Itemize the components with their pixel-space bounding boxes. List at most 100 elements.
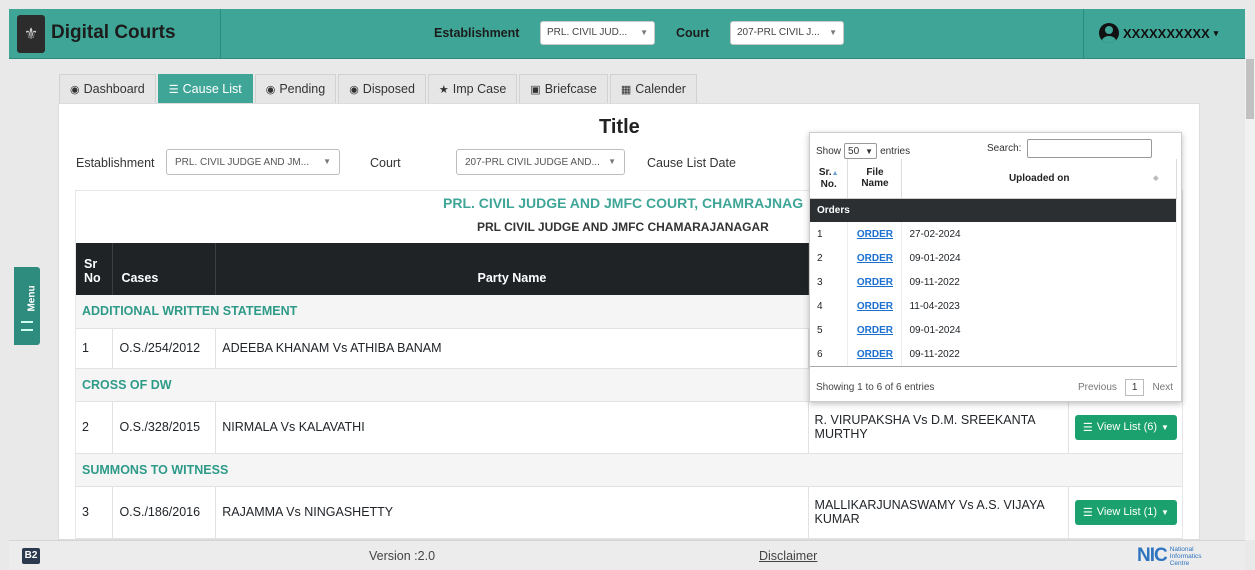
- popup-controls: Show 50 ▼ entries Search:: [816, 139, 1173, 161]
- user-menu[interactable]: XXXXXXXXXX ▾: [1099, 23, 1218, 43]
- disclaimer-link[interactable]: Disclaimer: [759, 549, 817, 563]
- tab-label: Dashboard: [83, 82, 145, 96]
- court-value: 207-PRL CIVIL JUDGE AND...: [465, 157, 600, 168]
- tab-label: Imp Case: [452, 82, 507, 96]
- cell-party: NIRMALA Vs KALAVATHI: [215, 401, 809, 454]
- side-menu-toggle[interactable]: Menu: [14, 267, 40, 345]
- col-sr-label: Sr: [84, 257, 98, 271]
- orders-group-title: Orders: [810, 198, 1177, 222]
- cell-sr: 5: [810, 318, 849, 342]
- menu-label: Menu: [26, 285, 38, 312]
- tab-pending[interactable]: ◉ Pending: [254, 74, 337, 103]
- tab-label: Disposed: [362, 82, 415, 96]
- cell-extra: R. VIRUPAKSHA Vs D.M. SREEKANTA MURTHY: [808, 401, 1069, 454]
- user-name: XXXXXXXXXX: [1123, 25, 1210, 41]
- col-sr-sortable[interactable]: Sr.▲ No.: [810, 159, 849, 199]
- view-list-button[interactable]: ☰ View List (1) ▼: [1074, 499, 1177, 525]
- header-establishment-value: PRL. CIVIL JUD...: [547, 27, 628, 38]
- cell-sr: 2: [810, 246, 849, 270]
- col-no-label: No: [84, 271, 101, 285]
- briefcase-icon: ▣: [530, 83, 541, 96]
- col-party-name: Party Name: [215, 243, 809, 295]
- scrollbar-thumb[interactable]: [1246, 59, 1254, 119]
- tab-calender[interactable]: ▦ Calender: [609, 74, 697, 103]
- order-link[interactable]: ORDER: [857, 277, 893, 288]
- tab-disposed[interactable]: ◉ Disposed: [338, 74, 426, 103]
- order-link[interactable]: ORDER: [857, 229, 893, 240]
- star-icon: ★: [438, 83, 449, 96]
- cell-case: O.S./186/2016: [112, 486, 217, 539]
- version-text: Version :2.0: [369, 549, 436, 563]
- b2-badge: B2: [22, 548, 40, 564]
- order-link[interactable]: ORDER: [857, 253, 893, 264]
- tab-label: Cause List: [182, 82, 242, 96]
- order-link[interactable]: ORDER: [857, 349, 893, 360]
- previous-button[interactable]: Previous: [1078, 382, 1117, 393]
- court-select[interactable]: 207-PRL CIVIL JUDGE AND... ▼: [456, 149, 625, 175]
- tab-cause-list[interactable]: ☰ Cause List: [157, 74, 253, 103]
- dashboard-icon: ◉: [70, 83, 80, 96]
- cell-file: ORDER: [847, 294, 903, 318]
- chevron-down-icon: ▼: [608, 157, 616, 166]
- show-label: Show: [816, 145, 842, 157]
- list-icon: ☰: [1082, 421, 1093, 434]
- cell-sr: 1: [76, 328, 114, 369]
- tab-briefcase[interactable]: ▣ Briefcase: [519, 74, 608, 103]
- entries-label: entries: [880, 145, 911, 157]
- col-file-name-sortable[interactable]: File Name: [847, 159, 903, 199]
- emblem-logo-icon: ⚜: [17, 15, 45, 53]
- user-avatar-icon: [1099, 23, 1119, 43]
- search-input[interactable]: [1027, 139, 1153, 158]
- col-uploaded-label: Uploaded on: [1008, 172, 1070, 184]
- order-link[interactable]: ORDER: [857, 301, 893, 312]
- header-court-select[interactable]: 207-PRL CIVIL J... ▼: [730, 21, 844, 45]
- cell-file: ORDER: [847, 342, 903, 366]
- header-establishment-label: Establishment: [434, 26, 520, 40]
- cell-case: O.S./328/2015: [112, 401, 217, 454]
- entries-info: Showing 1 to 6 of 6 entries: [816, 382, 935, 393]
- header-establishment-select[interactable]: PRL. CIVIL JUD... ▼: [540, 21, 655, 45]
- establishment-select[interactable]: PRL. CIVIL JUDGE AND JM... ▼: [166, 149, 340, 175]
- list-icon: ☰: [168, 83, 179, 96]
- sort-asc-icon: ▲: [831, 169, 839, 177]
- view-list-label: View List (6): [1096, 421, 1158, 433]
- view-list-button[interactable]: ☰ View List (6) ▼: [1074, 414, 1177, 440]
- page-scrollbar[interactable]: [1245, 59, 1255, 540]
- table-row: 4 ORDER 11-04-2023: [810, 294, 1177, 318]
- group-row: SUMMONS TO WITNESS: [76, 453, 1182, 487]
- table-row: 1 ORDER 27-02-2024: [810, 222, 1177, 246]
- cell-case: O.S./254/2012: [112, 328, 217, 369]
- chevron-down-icon: ▼: [323, 157, 331, 166]
- next-button[interactable]: Next: [1152, 382, 1173, 393]
- order-link[interactable]: ORDER: [857, 325, 893, 336]
- tab-dashboard[interactable]: ◉ Dashboard: [59, 74, 156, 103]
- show-entries: Show 50 ▼ entries: [816, 143, 910, 159]
- court-label: Court: [370, 156, 401, 170]
- horizontal-scrollbar[interactable]: [810, 366, 1177, 367]
- view-list-label: View List (1): [1096, 506, 1158, 518]
- cell-file: ORDER: [847, 318, 903, 342]
- col-file-label: File: [866, 167, 884, 179]
- cell-date: 11-04-2023: [901, 294, 1177, 318]
- cell-sr: 3: [810, 270, 849, 294]
- page-button[interactable]: 1: [1124, 379, 1145, 396]
- cell-party: RAJAMMA Vs NINGASHETTY: [215, 486, 809, 539]
- court-name: PRL. CIVIL JUDGE AND JMFC COURT, CHAMRAJ…: [443, 195, 804, 211]
- chevron-down-icon: ▼: [1161, 422, 1169, 432]
- cell-date: 09-01-2024: [901, 246, 1177, 270]
- col-uploaded-on-sortable[interactable]: Uploaded on ◆: [901, 159, 1177, 199]
- col-sr-label: Sr.▲: [818, 166, 839, 178]
- header-court-value: 207-PRL CIVIL J...: [737, 27, 820, 38]
- tab-imp-case[interactable]: ★ Imp Case: [427, 74, 518, 103]
- calendar-icon: ▦: [620, 83, 632, 96]
- table-row: 2 O.S./328/2015 NIRMALA Vs KALAVATHI R. …: [76, 401, 1182, 454]
- col-sr-no: Sr No: [76, 243, 114, 295]
- app-title: Digital Courts: [51, 22, 176, 43]
- cell-date: 27-02-2024: [901, 222, 1177, 246]
- cell-extra: MALLIKARJUNASWAMY Vs A.S. VIJAYA KUMAR: [808, 486, 1069, 539]
- list-icon: ☰: [1082, 506, 1093, 519]
- pagination: Previous 1 Next: [1078, 379, 1173, 396]
- entries-select[interactable]: 50 ▼: [844, 143, 878, 159]
- cell-actions: ☰ View List (6) ▼: [1068, 401, 1182, 454]
- establishment-value: PRL. CIVIL JUDGE AND JM...: [175, 157, 310, 168]
